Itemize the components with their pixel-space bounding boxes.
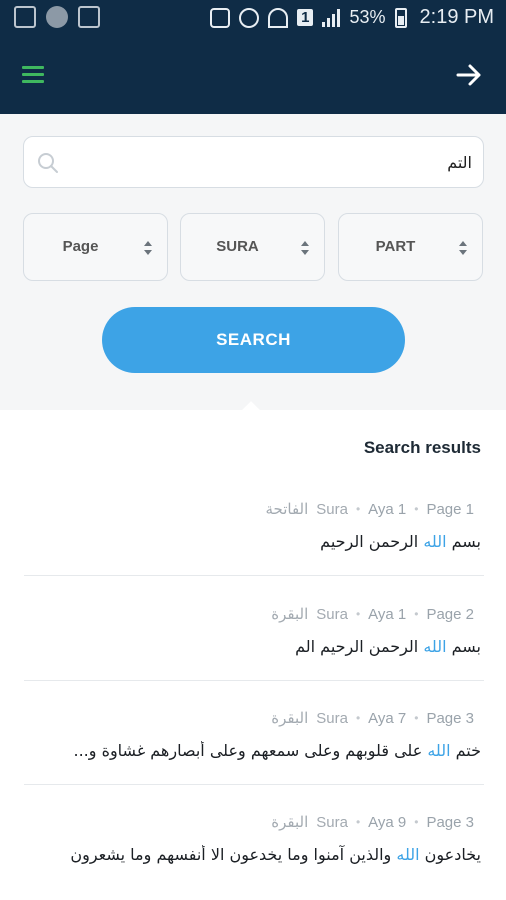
aya-text-before: ختم xyxy=(450,741,481,760)
clipboard-notification-icon xyxy=(78,6,100,28)
result-meta: البقرة Sura • Aya 1 • Page 2 xyxy=(271,605,474,624)
key-notification-icon xyxy=(46,6,68,28)
separator-dot: • xyxy=(414,815,419,829)
clock: 2:19 PM xyxy=(419,6,494,28)
sura-label: Sura xyxy=(316,500,348,518)
signal-icon xyxy=(322,8,341,27)
sura-label: Sura xyxy=(316,605,348,623)
separator-dot: • xyxy=(355,711,361,725)
result-meta: البقرة Sura • Aya 9 • Page 3 xyxy=(271,813,474,832)
separator-dot: • xyxy=(414,711,419,725)
alarm-icon xyxy=(239,7,260,28)
result-item[interactable]: البقرة Sura • Aya 7 • Page 3 ختم الله عل… xyxy=(24,681,484,785)
image-notification-icon xyxy=(14,6,36,28)
aya-text: ختم الله على قلوبهم وعلى سمعهم وعلى أبصا… xyxy=(74,741,482,760)
aya-highlight: الله xyxy=(423,637,447,656)
aya-number: Aya 9 xyxy=(368,813,407,831)
filter-selects: Page SURA PART xyxy=(23,213,484,281)
sura-name: الفاتحة xyxy=(265,501,309,518)
system-icons: 1 53% 2:19 PM xyxy=(210,6,494,29)
search-field[interactable] xyxy=(23,136,484,188)
aya-highlight: الله xyxy=(396,845,420,864)
aya-text-after: الرحمن الرحيم الم xyxy=(295,637,424,656)
aya-number: Aya 7 xyxy=(368,709,407,727)
sort-arrows-icon xyxy=(144,241,152,255)
sura-label: Sura xyxy=(316,709,348,727)
aya-text: بسم الله الرحمن الرحيم الم xyxy=(295,637,481,656)
result-item[interactable]: البقرة Sura • Aya 1 • Page 2 بسم الله ال… xyxy=(24,577,484,681)
search-button[interactable]: SEARCH xyxy=(102,307,405,373)
separator-dot: • xyxy=(355,607,361,621)
sura-name: البقرة xyxy=(271,606,309,623)
aya-text-after: على قلوبهم وعلى سمعهم وعلى أبصارهم غشاوة… xyxy=(73,741,428,760)
part-select-label: PART xyxy=(375,238,416,255)
sort-arrows-icon xyxy=(301,241,309,255)
search-panel: Page SURA PART SEARCH xyxy=(0,114,506,410)
search-icon xyxy=(38,153,58,173)
battery-percent: 53% xyxy=(349,7,386,27)
sim-badge: 1 xyxy=(297,9,314,26)
page-number: Page 1 xyxy=(426,500,474,518)
separator-dot: • xyxy=(355,815,361,829)
sura-label: Sura xyxy=(316,813,348,831)
menu-icon[interactable] xyxy=(22,66,44,84)
status-bar: 1 53% 2:19 PM xyxy=(0,0,506,36)
app-bar xyxy=(0,36,506,114)
aya-text-after: الرحمن الرحيم xyxy=(320,532,424,551)
sura-name: البقرة xyxy=(271,814,309,831)
result-meta: الفاتحة Sura • Aya 1 • Page 1 xyxy=(265,500,474,519)
battery-icon xyxy=(394,7,407,28)
page-select-label: Page xyxy=(62,238,99,255)
separator-dot: • xyxy=(355,502,361,516)
results-title: Search results xyxy=(363,438,481,457)
sort-arrows-icon xyxy=(459,241,467,255)
aya-text: بسم الله الرحمن الرحيم xyxy=(320,532,481,551)
page-number: Page 3 xyxy=(426,709,474,727)
result-item[interactable]: الفاتحة Sura • Aya 1 • Page 1 بسم الله ا… xyxy=(24,472,484,576)
page-number: Page 2 xyxy=(426,605,474,623)
result-meta: البقرة Sura • Aya 7 • Page 3 xyxy=(271,709,474,728)
aya-highlight: الله xyxy=(423,532,447,551)
sura-select[interactable]: SURA xyxy=(180,213,325,281)
notification-icons xyxy=(14,6,100,28)
separator-dot: • xyxy=(414,502,419,516)
page-number: Page 3 xyxy=(426,813,474,831)
mute-icon xyxy=(210,7,231,28)
aya-text-after: والذين آمنوا وما يخدعون الا أنفسهم وما ي… xyxy=(70,845,397,864)
aya-highlight: الله xyxy=(427,741,451,760)
part-select[interactable]: PART xyxy=(338,213,483,281)
search-input[interactable] xyxy=(72,145,472,179)
aya-number: Aya 1 xyxy=(368,500,407,518)
wifi-icon xyxy=(268,7,289,28)
aya-number: Aya 1 xyxy=(368,605,407,623)
aya-text-before: يخادعون xyxy=(419,845,481,864)
sura-select-label: SURA xyxy=(216,238,259,255)
aya-text-before: بسم xyxy=(446,637,481,656)
page-select[interactable]: Page xyxy=(23,213,168,281)
arrow-right-icon[interactable] xyxy=(454,60,484,90)
aya-text: يخادعون الله والذين آمنوا وما يخدعون الا… xyxy=(70,845,481,864)
separator-dot: • xyxy=(414,607,419,621)
result-item[interactable]: البقرة Sura • Aya 9 • Page 3 يخادعون الل… xyxy=(24,785,484,889)
aya-text-before: بسم xyxy=(446,532,481,551)
sura-name: البقرة xyxy=(271,710,309,727)
